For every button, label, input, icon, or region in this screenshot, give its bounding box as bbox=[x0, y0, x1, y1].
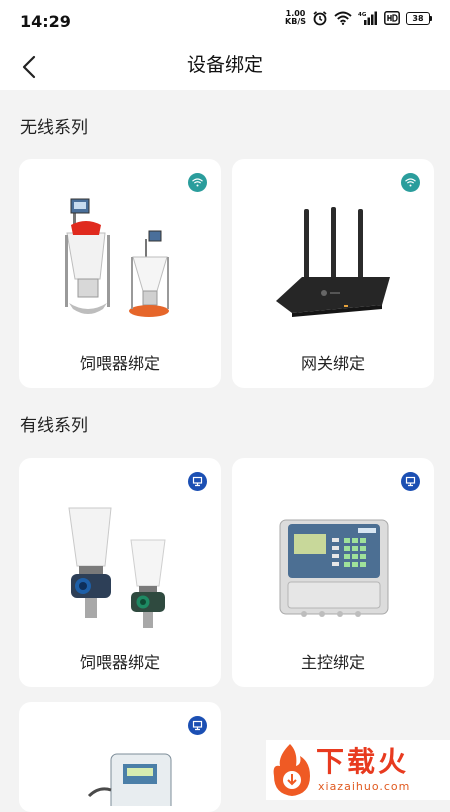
alarm-icon bbox=[312, 10, 328, 26]
card-wireless-feeder-binding[interactable]: 饲喂器绑定 bbox=[19, 159, 221, 388]
section-title-wireless: 无线系列 bbox=[20, 118, 88, 138]
status-icons: 1.00 KB/S 4G 38 bbox=[285, 10, 432, 26]
card-partial-device[interactable] bbox=[19, 702, 221, 812]
page-title: 设备绑定 bbox=[186, 54, 263, 76]
gateway-router-image bbox=[232, 195, 434, 335]
card-label: 主控绑定 bbox=[300, 653, 365, 672]
feeder-image bbox=[19, 494, 221, 634]
wired-device-icon bbox=[188, 716, 207, 735]
section-title-wired: 有线系列 bbox=[20, 416, 88, 436]
card-main-control-binding[interactable]: 主控绑定 bbox=[232, 458, 434, 687]
main-controller-image bbox=[232, 494, 434, 634]
card-wired-feeder-binding[interactable]: 饲喂器绑定 bbox=[19, 458, 221, 687]
feeder-image bbox=[19, 195, 221, 335]
wired-device-icon bbox=[188, 472, 207, 491]
hd-icon bbox=[384, 11, 400, 25]
net-speed: 1.00 KB/S bbox=[285, 10, 306, 26]
card-label: 饲喂器绑定 bbox=[79, 354, 160, 373]
signal-label: 4G bbox=[358, 12, 367, 18]
status-bar: 14:29 1.00 KB/S 4G 38 bbox=[0, 0, 450, 44]
nav-bar: 设备绑定 bbox=[0, 44, 450, 90]
watermark-title: 下载火 bbox=[316, 745, 410, 778]
battery-icon: 38 bbox=[406, 11, 432, 25]
card-label: 网关绑定 bbox=[300, 354, 365, 373]
flame-logo-icon bbox=[268, 742, 314, 802]
wifi-status-icon bbox=[334, 11, 352, 25]
wired-device-icon bbox=[401, 472, 420, 491]
watermark-url: xiazaihuo.com bbox=[318, 780, 411, 793]
wifi-icon bbox=[401, 173, 420, 192]
status-time: 14:29 bbox=[20, 12, 71, 31]
net-speed-unit: KB/S bbox=[285, 17, 306, 26]
device-image bbox=[19, 746, 221, 812]
wifi-icon bbox=[188, 173, 207, 192]
cell-signal-icon: 4G bbox=[358, 11, 378, 25]
battery-level: 38 bbox=[406, 11, 430, 25]
card-gateway-binding[interactable]: 网关绑定 bbox=[232, 159, 434, 388]
card-label: 饲喂器绑定 bbox=[79, 653, 160, 672]
watermark: 下载火 xiazaihuo.com bbox=[266, 740, 450, 800]
